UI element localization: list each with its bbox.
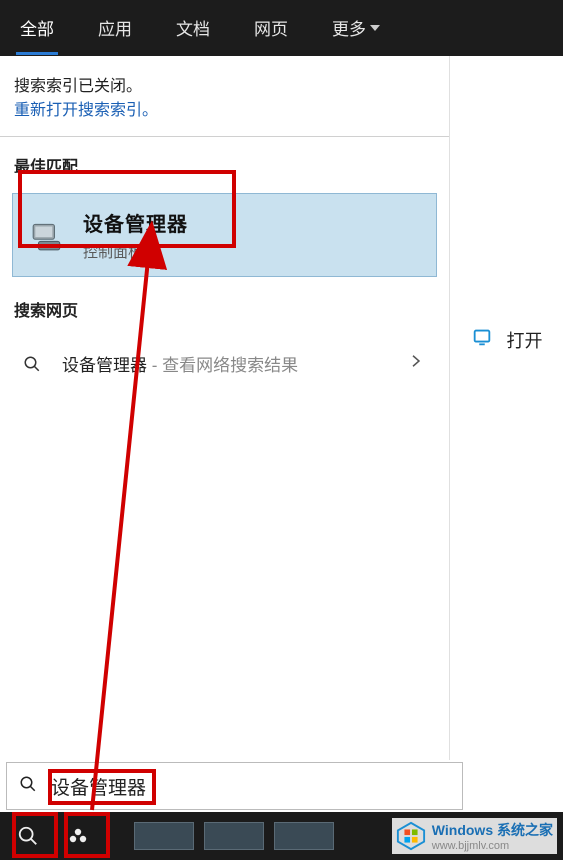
index-notice: 搜索索引已关闭。 重新打开搜索索引。 bbox=[0, 56, 449, 130]
taskbar-app-button[interactable] bbox=[54, 812, 102, 860]
tab-more-label: 更多 bbox=[332, 15, 366, 40]
watermark-url: www.bjjmlv.com bbox=[432, 840, 553, 852]
chevron-down-icon bbox=[370, 25, 380, 31]
open-label: 打开 bbox=[507, 327, 543, 353]
taskbar-search-button[interactable] bbox=[4, 812, 52, 860]
taskbar-window-thumb[interactable] bbox=[274, 822, 334, 850]
web-search-result[interactable]: 设备管理器 - 查看网络搜索结果 bbox=[12, 341, 437, 386]
search-input[interactable] bbox=[51, 775, 450, 797]
web-result-suffix: - 查看网络搜索结果 bbox=[147, 356, 298, 375]
watermark: Windows 系统之家 www.bjjmlv.com bbox=[392, 818, 557, 854]
tab-all[interactable]: 全部 bbox=[16, 1, 58, 55]
search-tabs: 全部 应用 文档 网页 更多 bbox=[0, 0, 563, 56]
open-icon bbox=[471, 326, 493, 353]
search-icon bbox=[18, 355, 46, 373]
search-bar[interactable] bbox=[6, 762, 463, 810]
windows-logo-icon bbox=[396, 821, 426, 851]
best-match-result[interactable]: 设备管理器 控制面板 bbox=[12, 193, 437, 277]
reopen-index-link[interactable]: 重新打开搜索索引。 bbox=[14, 102, 158, 119]
best-match-title: 设备管理器 bbox=[83, 208, 188, 237]
divider bbox=[0, 136, 449, 137]
chevron-right-icon[interactable] bbox=[407, 352, 431, 375]
web-search-header: 搜索网页 bbox=[0, 287, 449, 331]
device-manager-icon bbox=[29, 217, 65, 253]
tab-web[interactable]: 网页 bbox=[250, 1, 292, 55]
open-action[interactable]: 打开 bbox=[471, 326, 543, 353]
watermark-title: Windows 系统之家 bbox=[432, 820, 553, 840]
best-match-header: 最佳匹配 bbox=[0, 143, 449, 187]
details-panel: 打开 bbox=[450, 56, 563, 760]
tab-apps[interactable]: 应用 bbox=[94, 1, 136, 55]
taskbar-window-thumb[interactable] bbox=[204, 822, 264, 850]
taskbar-window-thumb[interactable] bbox=[134, 822, 194, 850]
web-result-text: 设备管理器 - 查看网络搜索结果 bbox=[62, 351, 391, 376]
tab-more[interactable]: 更多 bbox=[328, 1, 384, 55]
tab-docs[interactable]: 文档 bbox=[172, 1, 214, 55]
index-off-text: 搜索索引已关闭。 bbox=[14, 72, 435, 96]
search-icon bbox=[19, 775, 37, 798]
results-panel: 搜索索引已关闭。 重新打开搜索索引。 最佳匹配 设 bbox=[0, 56, 450, 760]
best-match-subtitle: 控制面板 bbox=[83, 241, 188, 262]
web-result-query: 设备管理器 bbox=[62, 356, 147, 375]
